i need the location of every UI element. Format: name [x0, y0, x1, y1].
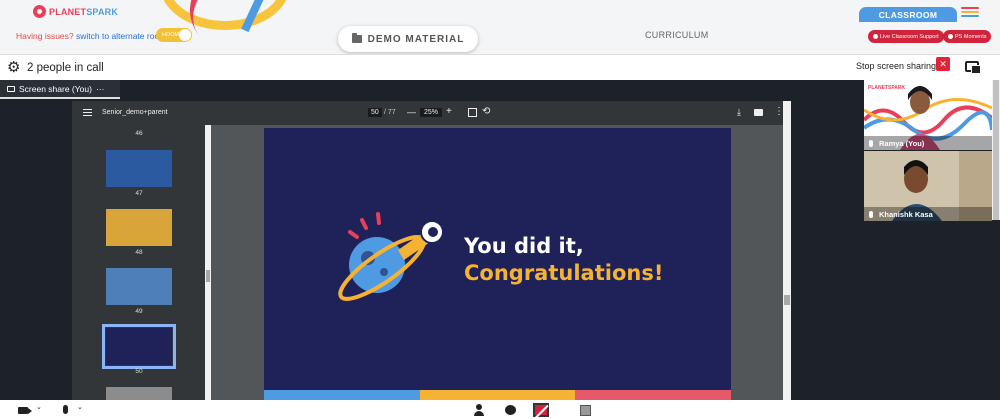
slide-line-2: Congratulations! — [464, 261, 664, 285]
page-total: / 77 — [384, 109, 396, 116]
thumbnail-page-number: 50 — [135, 368, 143, 375]
color-band — [264, 390, 420, 400]
slide-page: You did it, Congratulations! — [264, 128, 731, 390]
gear-icon[interactable]: ⚙ — [7, 60, 20, 75]
mic-icon — [869, 139, 873, 147]
color-band — [575, 390, 732, 400]
classroom-tab[interactable]: CLASSROOM — [859, 7, 957, 22]
ps-moments-button[interactable]: PS Moments — [943, 30, 992, 43]
call-bar: ⚙ 2 people in call Stop screen sharing ✕ — [0, 54, 1000, 80]
camera-options-chevron-icon[interactable]: ⌄ — [36, 403, 42, 411]
svg-text:PLANETSPARK: PLANETSPARK — [868, 85, 906, 91]
mic-options-chevron-icon[interactable]: ⌄ — [77, 403, 83, 411]
layout-switch-icon[interactable] — [965, 61, 981, 74]
demo-material-label: DEMO MATERIAL — [367, 33, 465, 45]
alternate-room-link[interactable]: switch to alternate room — [76, 31, 166, 41]
page-thumbnail[interactable] — [106, 209, 172, 246]
stop-sharing-label: Stop screen sharing — [856, 61, 937, 71]
more-icon[interactable]: ··· — [96, 84, 105, 94]
curriculum-tab[interactable]: CURRICULUM — [645, 30, 709, 40]
slide-headline: You did it, Congratulations! — [464, 233, 663, 287]
demo-material-button[interactable]: DEMO MATERIAL — [338, 26, 478, 52]
pdf-toolbar: Senior_demo+parent 50 / 77 — 25% + ⟲ ⤓ ⋮ — [72, 101, 789, 125]
folder-icon — [351, 33, 362, 43]
pdf-viewer: Senior_demo+parent 50 / 77 — 25% + ⟲ ⤓ ⋮… — [72, 101, 789, 400]
logo-icon — [33, 5, 46, 18]
slide-line-1: You did it, — [464, 234, 584, 258]
viewer-scrollbar[interactable] — [783, 101, 791, 400]
screen-share-label: Screen share (You) — [19, 83, 92, 94]
people-in-call: 2 people in call — [27, 62, 104, 74]
chat-icon[interactable] — [505, 405, 516, 415]
zoom-out-button[interactable]: — — [407, 107, 416, 117]
fit-page-icon[interactable] — [468, 108, 477, 117]
room-toggle[interactable]: HOOM — [156, 28, 192, 42]
download-icon[interactable]: ⤓ — [737, 107, 741, 118]
screen-share-tab[interactable]: Screen share (You) ··· — [0, 80, 120, 99]
page-thumbnail[interactable] — [102, 324, 176, 369]
moments-icon — [948, 34, 953, 39]
file-name: Senior_demo+parent — [102, 109, 168, 116]
page-thumbnail[interactable] — [106, 387, 172, 400]
menu-icon[interactable] — [961, 7, 979, 19]
call-stage: Screen share (You) ··· Senior_demo+paren… — [0, 80, 1000, 400]
rotate-icon[interactable]: ⟲ — [482, 106, 490, 117]
camera-icon[interactable] — [18, 407, 32, 414]
video-tile-participant[interactable]: Khanishk Kasa — [864, 151, 992, 221]
color-band — [419, 390, 576, 400]
zoom-input[interactable]: 25% — [420, 108, 443, 117]
participant-name: Khanishk Kasa — [879, 209, 933, 219]
zoom-in-button[interactable]: + — [446, 106, 452, 117]
live-support-button[interactable]: Live Classroom Support — [868, 30, 944, 43]
participants-icon[interactable] — [474, 404, 484, 416]
thumbnail-page-number: 46 — [135, 130, 143, 137]
thumbnail-page-number: 47 — [135, 190, 143, 197]
issues-text: Having issues? — [16, 31, 74, 41]
video-tile-self[interactable]: PLANETSPARK Ramya (You) — [864, 80, 992, 150]
bottom-controls: ⌄ ⌄ — [0, 400, 1000, 419]
thumbnail-page-number: 49 — [135, 308, 143, 315]
mic-icon — [869, 210, 873, 218]
stop-sharing-button[interactable]: ✕ — [936, 57, 950, 71]
page-thumbnail[interactable] — [106, 268, 172, 305]
page-thumbnail[interactable] — [106, 150, 172, 187]
participant-name: Ramya (You) — [879, 138, 925, 148]
thumbnail-sidebar: 46 47 48 49 50 — [72, 125, 206, 400]
stop-share-icon[interactable] — [533, 403, 549, 417]
top-header: PLANETSPARK Having issues? switch to alt… — [0, 0, 1000, 54]
participant-label: Ramya (You) — [864, 136, 992, 150]
screen-icon — [7, 85, 15, 92]
thumbnail-scrollbar[interactable] — [205, 125, 211, 400]
participant-label: Khanishk Kasa — [864, 207, 992, 221]
print-icon[interactable] — [754, 109, 763, 116]
page-input[interactable]: 50 — [368, 108, 382, 117]
rocket-planet-icon — [338, 212, 444, 301]
thumbnail-page-number: 48 — [135, 249, 143, 256]
logo-text: PLANETSPARK — [49, 6, 119, 17]
whiteboard-icon[interactable] — [580, 405, 591, 416]
issues-notice: Having issues? switch to alternate room — [16, 31, 166, 41]
microphone-icon[interactable] — [63, 405, 68, 414]
video-scrollbar[interactable] — [992, 80, 1000, 220]
hamburger-icon[interactable] — [83, 109, 92, 118]
planetspark-logo[interactable]: PLANETSPARK — [33, 5, 118, 18]
next-slide-strip — [264, 390, 732, 400]
support-icon — [873, 34, 878, 39]
